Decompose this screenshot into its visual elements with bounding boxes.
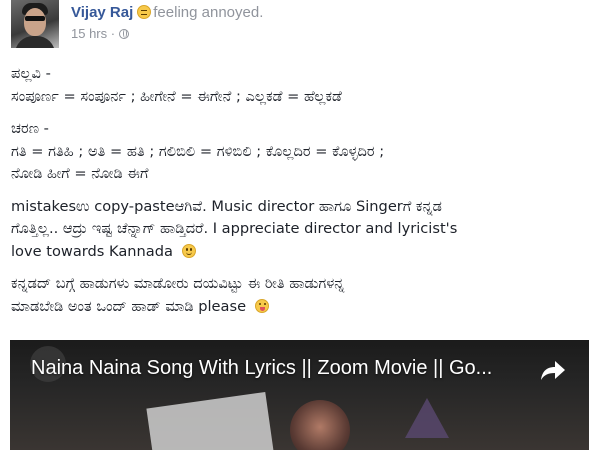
post-header: Vijay Raj feeling annoyed.: [71, 2, 263, 21]
avatar-sunglasses: [25, 16, 45, 21]
text-line: ಕನ್ನಡದ್ ಬಗ್ಗೆ ಹಾಡುಗಳು ಮಾಡೋರು ದಯವಿಟ್ಟು ಈ …: [11, 275, 345, 292]
text-line: ಪಲ್ಲವಿ -: [11, 65, 51, 82]
video-thumbnail-star: [405, 398, 449, 438]
mistakes-paragraph: mistakesಉ copy-pasteಆಗಿವೆ. Music directo…: [11, 196, 593, 264]
text-line: love towards Kannada: [11, 242, 173, 260]
video-thumbnail-person: [290, 400, 350, 450]
text-line: ಸಂಪೂರ್ಣ = ಸಂಪೂರ್ನ ; ಹೀಗೇನೆ = ಈಗೇನೆ ; ಎಲ್…: [11, 87, 342, 105]
video-title[interactable]: Naina Naina Song With Lyrics || Zoom Mov…: [31, 357, 492, 380]
annoyed-face-icon: [137, 5, 152, 19]
text-line: ಮಾಡಬೇಡಿ ಅಂತ ಒಂದ್ ಹಾಡ್ ಮಾಡಿ please: [11, 297, 247, 315]
post-body: ಪಲ್ಲವಿ - ಸಂಪೂರ್ಣ = ಸಂಪೂರ್ನ ; ಹೀಗೇನೆ = ಈಗ…: [11, 63, 593, 328]
charana-paragraph: ಚರಣ - ಗತಿ = ಗತಿಹಿ ; ಅತಿ = ಹತಿ ; ಗಲಿಬಿಲಿ …: [11, 118, 593, 186]
author-name-link[interactable]: Vijay Raj: [71, 4, 133, 21]
text-line: ಗೊತ್ತಿಲ್ಲ.. ಆದ್ರು ಇಷ್ಟ ಚೆನ್ನಾಗ್ ಹಾಡ್ತಿದರ…: [11, 220, 458, 237]
post-meta: 15 hrs ·: [71, 26, 129, 41]
meta-separator: ·: [110, 26, 116, 41]
pallavi-paragraph: ಪಲ್ಲವಿ - ಸಂಪೂರ್ಣ = ಸಂಪೂರ್ನ ; ಹೀಗೇನೆ = ಈಗ…: [11, 63, 593, 108]
text-line-with-emoji: love towards Kannada: [11, 241, 593, 264]
avatar-face: [24, 8, 46, 36]
video-link-preview[interactable]: Naina Naina Song With Lyrics || Zoom Mov…: [10, 340, 589, 450]
video-thumbnail-poster: [146, 391, 274, 450]
avatar-body: [15, 36, 55, 48]
tongue-out-emoji-icon: [254, 298, 269, 313]
request-paragraph: ಕನ್ನಡದ್ ಬಗ್ಗೆ ಹಾಡುಗಳು ಮಾಡೋರು ದಯವಿಟ್ಟು ಈ …: [11, 273, 593, 318]
feeling-text: feeling annoyed.: [153, 4, 264, 21]
smile-emoji-icon: [181, 243, 196, 258]
globe-icon[interactable]: [118, 29, 129, 39]
author-avatar[interactable]: [11, 0, 59, 48]
timestamp-link[interactable]: 15 hrs: [71, 26, 107, 41]
text-line: ಚರಣ -: [11, 120, 49, 137]
text-line: mistakesಉ copy-pasteಆಗಿವೆ. Music directo…: [11, 197, 442, 215]
text-line-with-emoji: ಮಾಡಬೇಡಿ ಅಂತ ಒಂದ್ ಹಾಡ್ ಮಾಡಿ please: [11, 296, 593, 319]
text-line: ಗತಿ = ಗತಿಹಿ ; ಅತಿ = ಹತಿ ; ಗಲಿಬಿಲಿ = ಗಳಿಬ…: [11, 142, 385, 160]
text-line: ನೋಡಿ ಹೀಗೆ = ನೋಡಿ ಈಗೆ: [11, 165, 149, 182]
share-arrow-icon[interactable]: [540, 359, 566, 381]
